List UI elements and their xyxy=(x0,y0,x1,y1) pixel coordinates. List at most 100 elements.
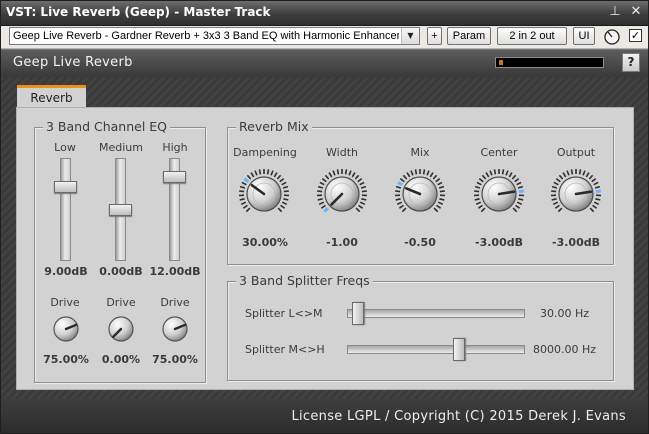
knob-tick xyxy=(402,174,408,180)
eq-low-drive-value: 75.00% xyxy=(43,353,89,366)
knob-tick xyxy=(439,198,445,201)
help-button[interactable]: ? xyxy=(622,53,640,72)
knob-tick xyxy=(332,170,336,176)
tab-reverb[interactable]: Reverb xyxy=(17,85,86,108)
eq-high-slider-thumb[interactable] xyxy=(163,171,186,183)
knob-tick xyxy=(328,172,333,178)
knob-tick xyxy=(481,174,487,180)
knob-tick xyxy=(283,190,289,193)
knob-tick xyxy=(514,177,520,183)
chevron-down-icon[interactable]: ▼ xyxy=(401,28,419,44)
knob-tick xyxy=(476,181,482,186)
knob-tick xyxy=(283,198,289,201)
eq-high-label: High xyxy=(162,141,188,154)
knob-tick xyxy=(406,172,411,178)
knob-tick xyxy=(518,198,524,201)
knob-tick xyxy=(317,190,323,193)
knob-tick xyxy=(240,201,247,206)
knob-tick xyxy=(323,207,329,213)
knob-tick xyxy=(552,201,559,206)
output-meter xyxy=(495,57,604,68)
preset-select[interactable]: Geep Live Reverb - Gardner Reverb + 3x3 … xyxy=(9,27,420,45)
eq-medium-drive-value: 0.00% xyxy=(101,353,141,366)
param-button[interactable]: Param xyxy=(447,27,491,45)
dampening-knob[interactable] xyxy=(238,168,290,220)
add-preset-button[interactable]: + xyxy=(427,27,442,45)
center-label: Center xyxy=(480,146,518,159)
knob-tick xyxy=(414,169,418,175)
wet-dry-knob-icon[interactable] xyxy=(602,27,622,47)
knob-tick xyxy=(511,174,517,180)
splitter-mh-track[interactable] xyxy=(347,345,525,354)
eq-low-drive-knob[interactable] xyxy=(51,314,81,344)
knob-tick xyxy=(358,204,364,209)
knob-tick xyxy=(399,177,405,183)
splitter-lm-label: Splitter L<>M xyxy=(245,307,323,320)
knob-tick xyxy=(517,185,524,189)
knob-tick xyxy=(595,198,601,201)
knob-tick xyxy=(435,177,441,183)
knob-tick xyxy=(359,201,366,206)
knob-tick xyxy=(437,201,444,206)
eq-low-value: 9.00dB xyxy=(44,265,88,278)
knob-tick xyxy=(474,198,480,201)
knob-tick xyxy=(589,207,595,213)
output-meter-fill xyxy=(499,60,503,65)
eq-low-drive-label: Drive xyxy=(50,296,80,309)
eq-high-drive-knob[interactable] xyxy=(160,314,190,344)
knob-tick xyxy=(280,204,286,209)
output-value: -3.00dB xyxy=(552,236,600,249)
knob-tick xyxy=(592,204,598,209)
plugin-header: Geep Live Reverb ? xyxy=(1,49,648,77)
routing-button[interactable]: 2 in 2 out xyxy=(497,27,567,45)
knob-tick xyxy=(551,185,558,189)
knob-tick xyxy=(397,181,403,187)
knob-tick xyxy=(250,172,255,178)
knob-tick xyxy=(570,169,574,175)
knob-tick xyxy=(505,170,509,176)
knob-tick xyxy=(361,190,367,193)
knob-tick xyxy=(594,185,601,189)
splitter-mh-label: Splitter M<>H xyxy=(245,343,325,356)
knob-tick xyxy=(439,190,445,193)
knob-tick xyxy=(242,204,248,209)
knob-tick xyxy=(395,190,401,193)
knob-tick xyxy=(578,169,582,175)
reverb-mix-group: Reverb Mix Dampening Width Mix Center Ou… xyxy=(227,119,614,265)
knob-tick xyxy=(512,207,518,213)
knob-tick xyxy=(277,207,283,213)
eq-low-slider-track[interactable] xyxy=(60,158,71,261)
knob-tick xyxy=(246,174,252,180)
title-bar[interactable]: VST: Live Reverb (Geep) - Master Track ⊥… xyxy=(1,1,648,26)
eq-low-slider-thumb[interactable] xyxy=(54,181,77,193)
license-text: License LGPL / Copyright (C) 2015 Derek … xyxy=(291,409,626,424)
knob-tick xyxy=(281,181,287,186)
knob-tick xyxy=(493,169,497,175)
splitter-mh-thumb[interactable] xyxy=(453,338,465,361)
eq-low-label: Low xyxy=(54,141,76,154)
pin-icon[interactable]: ⊥ xyxy=(607,4,623,20)
splitter-lm-track[interactable] xyxy=(347,309,525,318)
bypass-checkbox[interactable]: ✓ xyxy=(629,29,642,42)
eq-medium-slider-thumb[interactable] xyxy=(109,204,132,216)
knob-tick xyxy=(489,170,493,176)
knob-tick xyxy=(438,185,445,189)
eq-medium-drive-knob[interactable] xyxy=(106,314,136,344)
splitter-lm-thumb[interactable] xyxy=(352,302,364,325)
close-icon[interactable]: ✕ xyxy=(628,4,644,20)
center-knob[interactable] xyxy=(473,168,525,220)
width-knob[interactable] xyxy=(316,168,368,220)
knob-tick xyxy=(270,170,274,176)
mix-knob[interactable] xyxy=(394,168,446,220)
output-knob[interactable] xyxy=(550,168,602,220)
eq-medium-drive-label: Drive xyxy=(106,296,136,309)
ui-button[interactable]: UI xyxy=(573,27,595,45)
knob-tick xyxy=(429,172,434,178)
host-toolbar: Geep Live Reverb - Gardner Reverb + 3x3 … xyxy=(1,26,648,49)
knob-tick xyxy=(591,177,597,183)
knob-tick xyxy=(395,198,401,201)
dampening-value: 30.00% xyxy=(242,236,288,249)
splitter-lm-value: 30.00 Hz xyxy=(540,307,590,320)
knob-tick xyxy=(593,201,600,206)
knob-tick xyxy=(562,172,567,178)
